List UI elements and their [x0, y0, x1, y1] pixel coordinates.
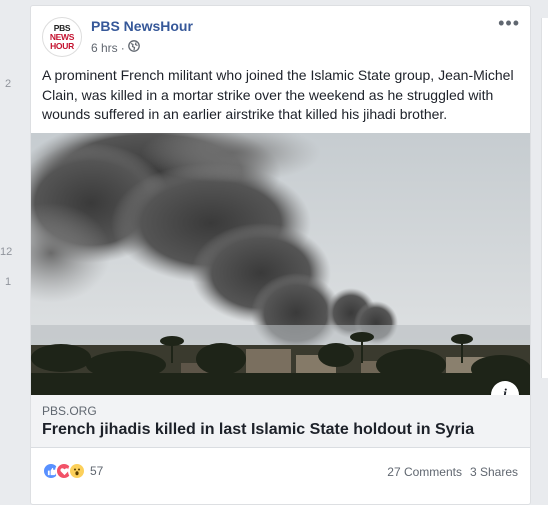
- wow-icon: [68, 462, 86, 480]
- reaction-count: 57: [90, 464, 104, 478]
- meta-separator: ·: [120, 40, 125, 55]
- post-card: PBS NEWS HOUR PBS NewsHour 6 hrs · ••• A…: [30, 5, 531, 505]
- comments-count-link[interactable]: 27 Comments: [387, 465, 462, 479]
- timestamp-link[interactable]: 6 hrs: [91, 41, 118, 55]
- link-domain: PBS.ORG: [42, 404, 97, 418]
- page-name-link[interactable]: PBS NewsHour: [91, 18, 193, 34]
- link-preview[interactable]: PBS.ORG French jihadis killed in last Is…: [31, 395, 530, 448]
- right-column-card: [541, 18, 548, 378]
- logo-text: HOUR: [50, 40, 74, 51]
- link-title[interactable]: French jihadis killed in last Islamic St…: [42, 421, 474, 439]
- reactions-summary[interactable]: 57: [42, 462, 103, 480]
- post-text: A prominent French militant who joined t…: [42, 67, 514, 122]
- more-options-icon[interactable]: •••: [498, 14, 520, 32]
- globe-icon[interactable]: [127, 40, 140, 55]
- engagement-counts: 27 Comments 3 Shares: [387, 465, 518, 479]
- sidebar-count: 2: [5, 78, 12, 90]
- sidebar-count: 1: [5, 276, 12, 288]
- sidebar-count: 12: [0, 246, 13, 258]
- post-meta: 6 hrs ·: [91, 40, 140, 55]
- post-image[interactable]: [31, 133, 530, 395]
- page-avatar[interactable]: PBS NEWS HOUR: [42, 17, 82, 57]
- shares-count-link[interactable]: 3 Shares: [470, 465, 518, 479]
